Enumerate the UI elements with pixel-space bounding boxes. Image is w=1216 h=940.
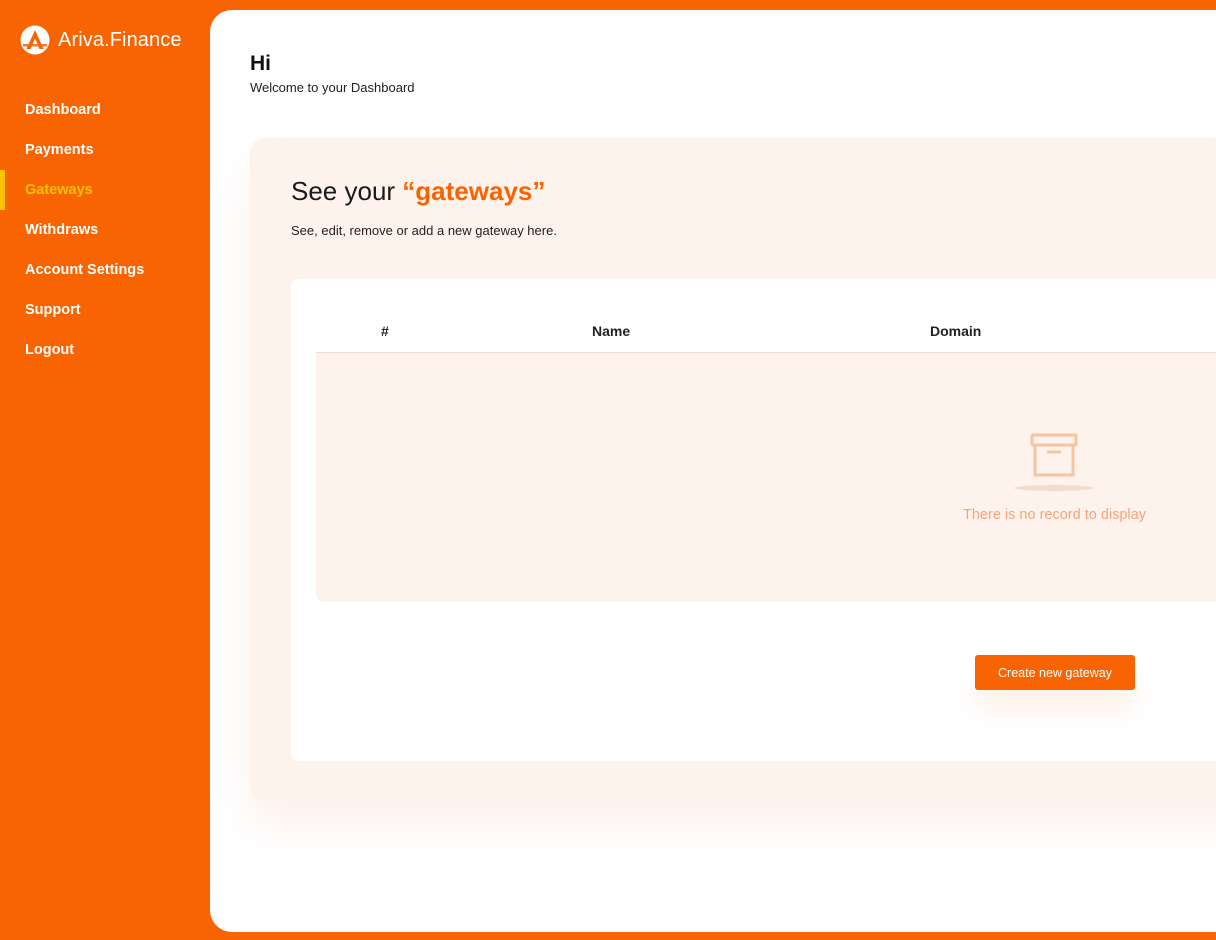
column-header-name[interactable]: Name (592, 323, 630, 339)
create-gateway-button[interactable]: Create new gateway (975, 655, 1135, 690)
page-title-prefix: See your (291, 176, 403, 206)
table-header: # Name Domain (316, 315, 1216, 353)
sidebar-item-payments[interactable]: Payments (0, 130, 210, 170)
sidebar-item-support[interactable]: Support (0, 290, 210, 330)
ariva-logo-icon (20, 25, 50, 55)
main-panel: Hi Welcome to your Dashboard See your “g… (210, 10, 1216, 932)
greeting: Hi (250, 52, 271, 75)
empty-message: There is no record to display (963, 507, 1146, 523)
archive-box-icon (1014, 433, 1094, 491)
page-title: See your “gateways” (291, 176, 545, 207)
page-title-accent: “gateways” (402, 176, 546, 206)
page-subtitle: See, edit, remove or add a new gateway h… (291, 223, 557, 238)
welcome-text: Welcome to your Dashboard (250, 80, 415, 95)
brand-logo[interactable]: Ariva.Finance (20, 25, 182, 55)
sidebar-item-gateways[interactable]: Gateways (0, 170, 210, 210)
sidebar-item-account-settings[interactable]: Account Settings (0, 250, 210, 290)
column-header-domain[interactable]: Domain (930, 323, 981, 339)
gateways-table: # Name Domain There is no record to disp… (291, 279, 1216, 761)
sidebar: Ariva.Finance Dashboard Payments Gateway… (0, 0, 210, 940)
gateways-card: See your “gateways” See, edit, remove or… (250, 138, 1216, 800)
empty-state: There is no record to display (316, 353, 1216, 602)
brand-name: Ariva.Finance (58, 28, 182, 51)
sidebar-item-logout[interactable]: Logout (0, 330, 210, 370)
sidebar-item-dashboard[interactable]: Dashboard (0, 90, 210, 130)
sidebar-item-withdraws[interactable]: Withdraws (0, 210, 210, 250)
column-header-number[interactable]: # (381, 323, 389, 339)
sidebar-nav: Dashboard Payments Gateways Withdraws Ac… (0, 90, 210, 370)
